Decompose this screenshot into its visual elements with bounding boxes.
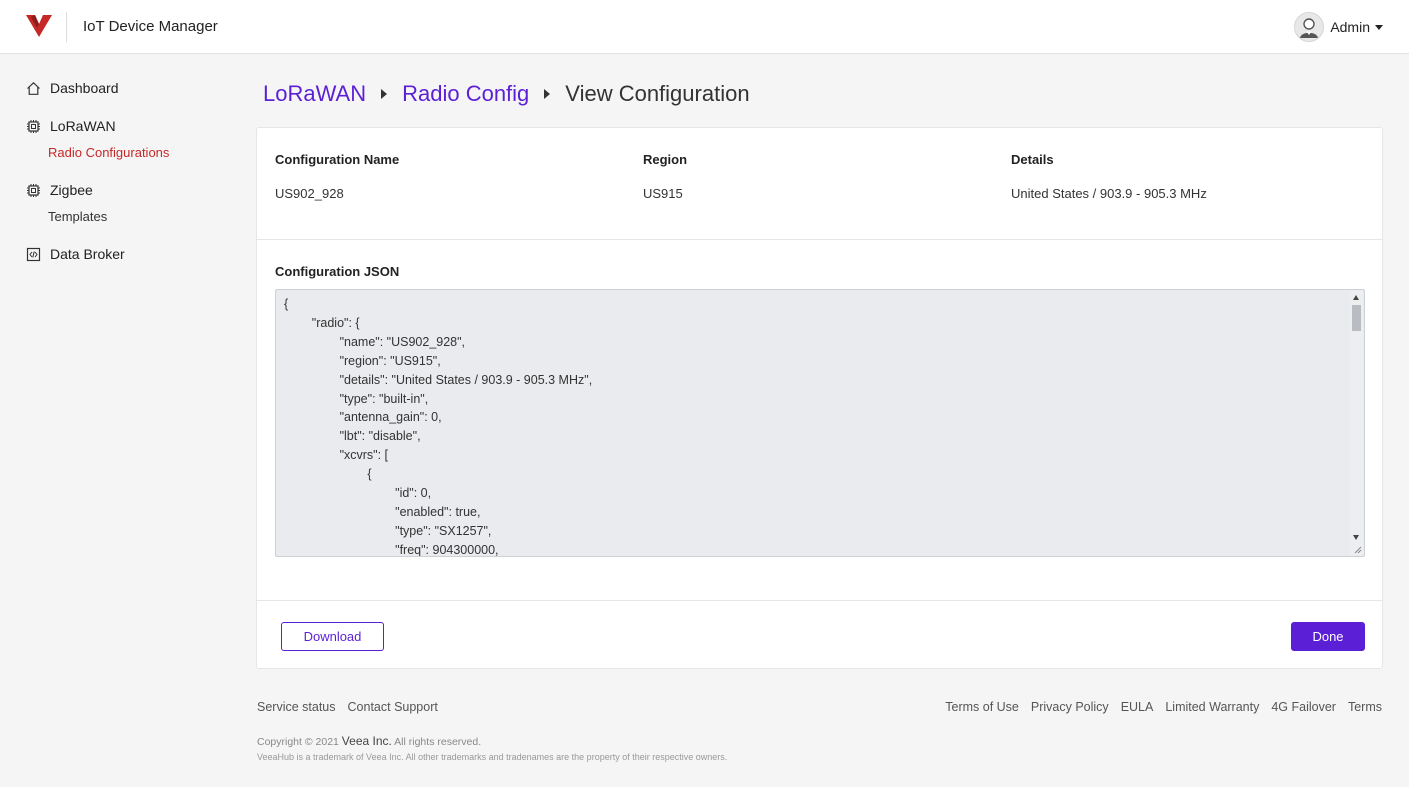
sidebar-item-label: LoRaWAN: [50, 118, 116, 134]
resize-handle-icon[interactable]: [1354, 546, 1362, 554]
veea-logo-icon[interactable]: [26, 15, 52, 37]
trademark-notice: VeeaHub is a trademark of Veea Inc. All …: [257, 752, 728, 762]
user-menu[interactable]: Admin: [1294, 12, 1383, 42]
user-avatar-icon: [1300, 18, 1319, 38]
copyright-prefix: Copyright © 2021: [257, 736, 342, 748]
footer-links-right: Terms of Use Privacy Policy EULA Limited…: [933, 700, 1382, 714]
chip-icon: [27, 183, 40, 197]
avatar[interactable]: [1294, 12, 1325, 42]
sidebar-subitem-templates[interactable]: Templates: [48, 209, 107, 224]
home-icon: [27, 81, 40, 95]
footer-link-privacy-policy[interactable]: Privacy Policy: [1031, 700, 1109, 714]
caret-right-icon: [381, 89, 388, 99]
sidebar-item-label: Data Broker: [50, 246, 125, 262]
divider: [257, 239, 1382, 240]
sidebar-item-zigbee[interactable]: Zigbee: [26, 182, 93, 198]
configuration-card: Configuration Name US902_928 Region US91…: [256, 127, 1383, 669]
chevron-down-icon[interactable]: [1375, 24, 1383, 30]
user-name[interactable]: Admin: [1330, 19, 1370, 35]
scrollbar-thumb[interactable]: [1352, 305, 1361, 331]
region-label: Region: [643, 152, 688, 167]
configuration-json-textarea[interactable]: { "radio": { "name": "US902_928", "regio…: [275, 289, 1365, 557]
footer-link-terms[interactable]: Terms: [1348, 700, 1382, 714]
caret-right-icon: [544, 89, 551, 99]
top-bar: IoT Device Manager Admin: [0, 0, 1409, 54]
details-label: Details: [1011, 152, 1054, 167]
sidebar-item-data-broker[interactable]: Data Broker: [26, 246, 125, 262]
scroll-up-arrow-icon[interactable]: [1353, 295, 1359, 300]
configuration-name-value: US902_928: [275, 186, 344, 201]
footer-link-contact-support[interactable]: Contact Support: [348, 700, 438, 714]
app-title: IoT Device Manager: [83, 18, 218, 35]
json-scrollbar[interactable]: [1350, 291, 1363, 555]
footer-links-left: Service status Contact Support: [257, 700, 450, 714]
details-value: United States / 903.9 - 905.3 MHz: [1011, 186, 1207, 201]
header-divider: [66, 12, 67, 42]
footer-link-eula[interactable]: EULA: [1121, 700, 1154, 714]
sidebar-item-label: Zigbee: [50, 182, 93, 198]
scroll-down-arrow-icon[interactable]: [1353, 535, 1359, 540]
copyright-brand: Veea Inc.: [341, 734, 392, 748]
breadcrumb-lorawan[interactable]: LoRaWAN: [263, 81, 366, 107]
footer-link-limited-warranty[interactable]: Limited Warranty: [1165, 700, 1259, 714]
footer-link-service-status[interactable]: Service status: [257, 700, 336, 714]
configuration-name-label: Configuration Name: [275, 152, 400, 167]
code-icon: [26, 247, 41, 261]
divider: [257, 600, 1382, 601]
sidebar-item-label: Dashboard: [50, 80, 119, 96]
configuration-json-label: Configuration JSON: [275, 264, 400, 279]
sidebar-item-lorawan[interactable]: LoRaWAN: [26, 118, 116, 134]
breadcrumb-radio-config[interactable]: Radio Config: [402, 81, 529, 107]
page-title: View Configuration: [565, 81, 750, 106]
sidebar-subitem-radio-configurations[interactable]: Radio Configurations: [48, 145, 169, 160]
region-value: US915: [643, 186, 683, 201]
breadcrumb: LoRaWAN Radio Config View Configuration: [263, 80, 750, 108]
footer-link-4g-failover[interactable]: 4G Failover: [1271, 700, 1336, 714]
chip-icon: [27, 119, 40, 133]
copyright-suffix: All rights reserved.: [391, 736, 482, 748]
download-button[interactable]: Download: [281, 622, 384, 651]
copyright: Copyright © 2021 Veea Inc. All rights re…: [257, 734, 481, 748]
footer-link-terms-of-use[interactable]: Terms of Use: [945, 700, 1019, 714]
configuration-json-text[interactable]: { "radio": { "name": "US902_928", "regio…: [284, 295, 592, 556]
sidebar-item-dashboard[interactable]: Dashboard: [26, 80, 119, 96]
sidebar: Dashboard LoRaWAN Radio Configurations Z…: [0, 55, 240, 787]
done-button[interactable]: Done: [1291, 622, 1365, 651]
